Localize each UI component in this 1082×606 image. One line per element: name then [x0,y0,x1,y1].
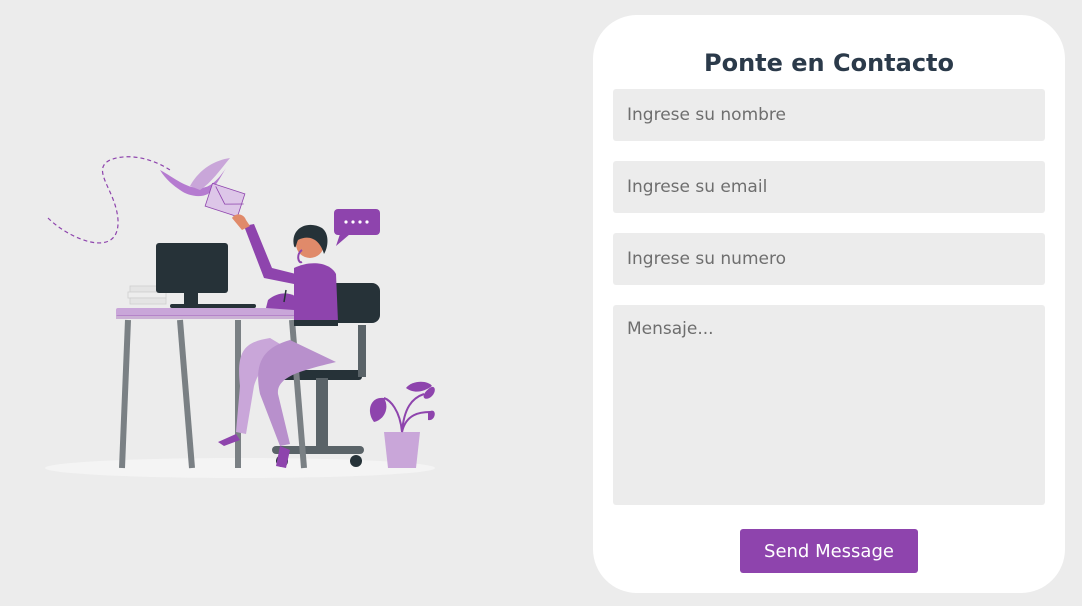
envelope-icon [204,182,246,218]
contact-illustration [45,156,435,478]
email-input[interactable] [613,161,1045,213]
desk [116,308,308,469]
flight-path [47,156,171,244]
message-textarea[interactable] [613,305,1045,505]
contact-card: Ponte en Contacto Send Message [593,15,1065,593]
contact-page: Ponte en Contacto Send Message [0,0,1082,606]
monitor-icon [156,243,256,308]
page-title: Ponte en Contacto [703,49,955,77]
speech-bubble-icon [334,209,380,246]
number-input[interactable] [613,233,1045,285]
plant-icon [369,381,435,468]
send-message-button[interactable]: Send Message [740,529,918,573]
name-input[interactable] [613,89,1045,141]
